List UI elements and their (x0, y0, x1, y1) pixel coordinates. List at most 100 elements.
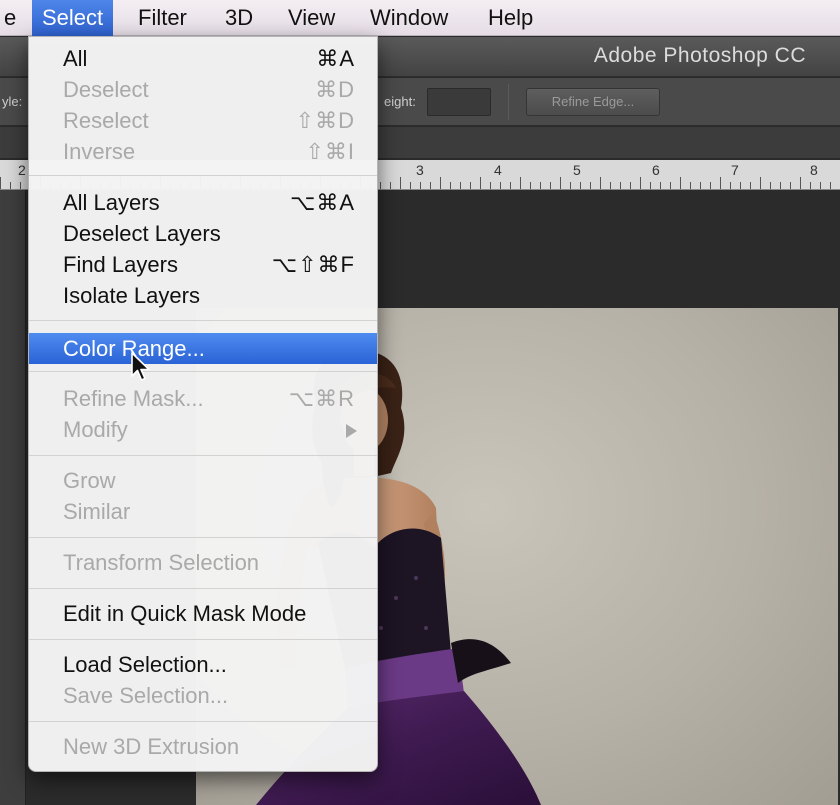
menu-item-label: Modify (63, 417, 128, 442)
menu-item-deselect[interactable]: Deselect ⌘D (29, 74, 377, 105)
ruler-tick (600, 177, 601, 189)
menu-item-label: Grow (63, 468, 116, 493)
menu-item-label: Deselect Layers (63, 221, 221, 246)
ruler-tick (690, 182, 691, 189)
style-label: yle: (2, 94, 23, 109)
menu-item-shortcut: ⌘D (315, 77, 355, 102)
menu-select[interactable]: Select (32, 0, 114, 36)
menu-item-color-range[interactable]: Color Range... (29, 333, 377, 364)
menu-item-label: Similar (63, 499, 131, 524)
ruler-tick (540, 182, 541, 189)
menu-item-reselect[interactable]: Reselect ⇧⌘D (29, 105, 377, 136)
ruler-tick (570, 182, 571, 189)
menu-item-shortcut: ⌘A (316, 46, 355, 71)
menu-3d[interactable]: 3D (215, 0, 263, 36)
height-label: eight: (384, 94, 416, 109)
menu-item-label: All Layers (63, 190, 160, 215)
menu-view[interactable]: View (278, 0, 345, 36)
ruler-tick (610, 182, 611, 189)
ruler-tick (400, 177, 401, 189)
height-field[interactable] (427, 88, 491, 116)
ruler-tick (680, 177, 681, 189)
options-divider (508, 84, 509, 120)
menu-separator (29, 320, 377, 322)
menu-filter[interactable]: Filter (128, 0, 197, 36)
menu-separator (29, 455, 377, 457)
menu-item-modify[interactable]: Modify (29, 414, 377, 445)
ruler-tick (650, 182, 651, 189)
menu-item-deselect-layers[interactable]: Deselect Layers (29, 218, 377, 249)
menu-separator (29, 175, 377, 177)
ruler-tick (440, 177, 441, 189)
ruler-tick (450, 182, 451, 189)
ruler-tick (780, 182, 781, 189)
ruler-tick (590, 182, 591, 189)
menu-item-all-layers[interactable]: All Layers ⌥⌘A (29, 187, 377, 218)
ruler-tick (710, 182, 711, 189)
menu-item-shortcut: ⌥⌘R (288, 386, 355, 411)
menu-separator (29, 721, 377, 723)
ruler-tick (410, 182, 411, 189)
ruler-number: 4 (494, 162, 502, 178)
ruler-tick (550, 182, 551, 189)
ruler-tick (390, 182, 391, 189)
ruler-tick (810, 182, 811, 189)
menu-item-shortcut: ⇧⌘D (295, 108, 355, 133)
ruler-tick (470, 182, 471, 189)
menu-item-save-selection[interactable]: Save Selection... (29, 680, 377, 711)
menu-item-refine-mask[interactable]: Refine Mask... ⌥⌘R (29, 383, 377, 414)
menu-separator (29, 639, 377, 641)
ruler-tick (730, 182, 731, 189)
menu-item-isolate-layers[interactable]: Isolate Layers (29, 280, 377, 311)
ruler-tick (380, 182, 381, 189)
menu-item-quick-mask[interactable]: Edit in Quick Mask Mode (29, 598, 377, 629)
menu-item-load-selection[interactable]: Load Selection... (29, 649, 377, 680)
ruler-tick (620, 182, 621, 189)
menu-item-label: Isolate Layers (63, 283, 200, 308)
menu-item-shortcut: ⇧⌘I (305, 139, 355, 164)
menu-item-grow[interactable]: Grow (29, 465, 377, 496)
ruler-tick (490, 182, 491, 189)
select-menu-dropdown: All ⌘A Deselect ⌘D Reselect ⇧⌘D Inverse … (28, 36, 378, 772)
mouse-pointer-icon (131, 352, 150, 381)
menu-item-transform-selection[interactable]: Transform Selection (29, 547, 377, 578)
ruler-tick (430, 182, 431, 189)
menu-item-similar[interactable]: Similar (29, 496, 377, 527)
ruler-tick (510, 182, 511, 189)
ruler-number: 5 (573, 162, 581, 178)
ruler-tick (420, 182, 421, 189)
menu-item-label: Edit in Quick Mask Mode (63, 601, 307, 626)
ruler-number: 3 (416, 162, 424, 178)
ruler-tick (700, 182, 701, 189)
menu-help[interactable]: Help (478, 0, 543, 36)
menu-item-label: Load Selection... (63, 652, 227, 677)
ruler-tick (750, 182, 751, 189)
ruler-tick (670, 182, 671, 189)
ruler-tick (460, 182, 461, 189)
menu-item-label: Reselect (63, 108, 149, 133)
ruler-tick (560, 177, 561, 189)
ruler-tick (0, 177, 1, 189)
menu-item-find-layers[interactable]: Find Layers ⌥⇧⌘F (29, 249, 377, 280)
menu-item-label: Save Selection... (63, 683, 229, 708)
ruler-tick (640, 177, 641, 189)
menu-window[interactable]: Window (360, 0, 458, 36)
menu-separator (29, 588, 377, 590)
menu-item-label: Refine Mask... (63, 386, 204, 411)
ruler-tick (790, 182, 791, 189)
menu-item-label: All (63, 46, 88, 71)
app-title: Adobe Photoshop CC (593, 44, 806, 67)
ruler-number: 7 (731, 162, 739, 178)
ruler-tick (630, 182, 631, 189)
menu-item-shortcut: ⌥⌘A (289, 190, 355, 215)
refine-edge-button[interactable]: Refine Edge... (526, 88, 660, 116)
ruler-tick (740, 182, 741, 189)
menu-item-inverse[interactable]: Inverse ⇧⌘I (29, 136, 377, 167)
menu-item-all[interactable]: All ⌘A (29, 43, 377, 74)
ruler-tick (800, 177, 801, 189)
menu-item-new-3d-extrusion[interactable]: New 3D Extrusion (29, 731, 377, 762)
ruler-tick (580, 182, 581, 189)
menu-edit[interactable]: e (0, 0, 26, 36)
ruler-number: 6 (652, 162, 660, 178)
ruler-tick (660, 182, 661, 189)
